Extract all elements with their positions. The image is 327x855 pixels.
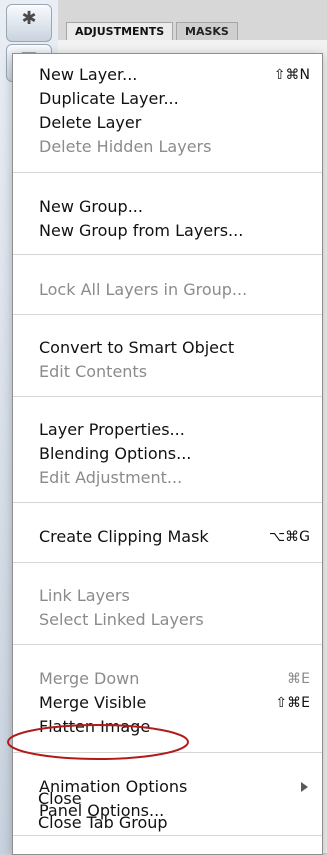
menu-item-label: Close Tab Group [38, 813, 168, 832]
menu-item-duplicate-layer[interactable]: Duplicate Layer... [13, 88, 322, 110]
layers-panel-menu: New Layer... ⇧⌘N Duplicate Layer... Dele… [12, 53, 323, 855]
menu-item-new-group-from-layers[interactable]: New Group from Layers... [13, 220, 322, 242]
menu-item-layer-properties[interactable]: Layer Properties... [13, 419, 322, 441]
menu-item-delete-hidden-layers: Delete Hidden Layers [13, 136, 322, 158]
menu-item-label: Edit Adjustment... [39, 468, 183, 487]
menu-item-label: Delete Layer [39, 113, 142, 132]
menu-item-label: Merge Down [39, 669, 140, 688]
menu-separator [13, 314, 322, 315]
menu-item-create-clipping-mask[interactable]: Create Clipping Mask ⌥⌘G [13, 526, 322, 548]
menu-item-select-linked-layers: Select Linked Layers [13, 609, 322, 631]
asterisk-icon: ✱ [21, 8, 37, 29]
menu-item-close[interactable]: Close [12, 788, 321, 810]
menu-item-merge-visible[interactable]: Merge Visible ⇧⌘E [13, 692, 322, 714]
menu-item-edit-adjustment: Edit Adjustment... [13, 467, 322, 489]
tab-masks[interactable]: MASKS [176, 22, 238, 41]
menu-item-new-group[interactable]: New Group... [13, 196, 322, 218]
menu-item-label: Delete Hidden Layers [39, 137, 212, 156]
menu-item-label: New Group... [39, 197, 143, 216]
menu-item-label: Merge Visible [39, 693, 147, 712]
menu-item-label: Lock All Layers in Group... [39, 280, 248, 299]
menu-separator [13, 396, 322, 397]
menu-item-label: New Layer... [39, 65, 138, 84]
menu-item-shortcut: ⇧⌘N [273, 67, 310, 83]
menu-item-link-layers: Link Layers [13, 585, 322, 607]
screen: { "window": { "tabs": [ {"label": "ADJUS… [0, 0, 327, 855]
menu-item-label: Edit Contents [39, 362, 148, 381]
menu-item-label: Link Layers [39, 586, 130, 605]
menu-separator [13, 562, 322, 563]
menu-item-label: New Group from Layers... [39, 221, 244, 240]
menu-item-label: Close [38, 789, 82, 808]
menu-separator [13, 254, 322, 255]
menu-item-edit-contents: Edit Contents [13, 361, 322, 383]
menu-item-label: Create Clipping Mask [39, 527, 209, 546]
panel-header: ADJUSTMENTS MASKS [58, 0, 327, 41]
menu-item-delete-layer[interactable]: Delete Layer [13, 112, 322, 134]
menu-item-label: Blending Options... [39, 444, 192, 463]
menu-item-shortcut: ⌘E [287, 671, 310, 687]
menu-separator [13, 644, 322, 645]
menu-item-lock-all-layers: Lock All Layers in Group... [13, 279, 322, 301]
menu-item-merge-down: Merge Down ⌘E [13, 668, 322, 690]
menu-bottom-area: Close Close Tab Group [12, 768, 321, 853]
menu-item-label: Layer Properties... [39, 420, 185, 439]
toolbar-button-top[interactable]: ✱ [6, 4, 52, 42]
menu-item-label: Duplicate Layer... [39, 89, 179, 108]
menu-item-label: Flatten Image [39, 717, 151, 736]
menu-item-close-tab-group[interactable]: Close Tab Group [12, 812, 321, 834]
menu-item-shortcut: ⌥⌘G [269, 529, 310, 545]
menu-separator [13, 752, 322, 753]
menu-item-new-layer[interactable]: New Layer... ⇧⌘N [13, 64, 322, 86]
menu-separator [13, 172, 322, 173]
tab-adjustments[interactable]: ADJUSTMENTS [66, 22, 174, 41]
menu-item-label: Select Linked Layers [39, 610, 204, 629]
menu-item-convert-to-smart-object[interactable]: Convert to Smart Object [13, 337, 322, 359]
menu-item-flatten-image[interactable]: Flatten Image [13, 716, 322, 738]
menu-item-label: Convert to Smart Object [39, 338, 235, 357]
menu-item-blending-options[interactable]: Blending Options... [13, 443, 322, 465]
menu-item-shortcut: ⇧⌘E [275, 695, 310, 711]
menu-separator [13, 502, 322, 503]
